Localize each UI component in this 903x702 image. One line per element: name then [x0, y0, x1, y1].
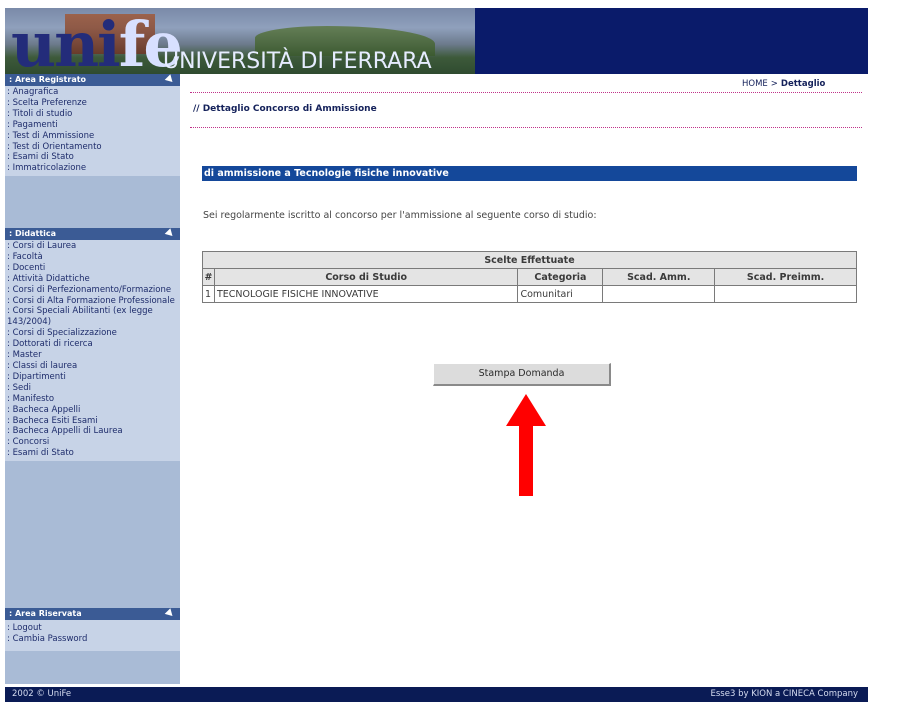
cell-scad-amm — [602, 285, 716, 303]
column-header-number: # — [202, 268, 215, 286]
university-name: UNIVERSITÀ DI FERRARA — [163, 49, 432, 74]
sidebar-list: : Corsi di Laurea : Facoltà : Docenti : … — [5, 240, 180, 462]
sidebar-item-esami-di-stato-2[interactable]: : Esami di Stato — [5, 448, 180, 459]
table-caption: Scelte Effettuate — [202, 251, 857, 269]
stampa-domanda-button[interactable]: Stampa Domanda — [433, 363, 611, 386]
sidebar-section-didattica: : Didattica : Corsi di Laurea : Facoltà … — [5, 228, 180, 462]
sidebar-list: : Anagrafica : Scelta Preferenze : Titol… — [5, 86, 180, 177]
column-header-categoria: Categoria — [517, 268, 604, 286]
footer: 2002 © UniFe Esse3 by KION a CINECA Comp… — [5, 687, 868, 702]
sidebar-section-area-riservata: : Area Riservata : Logout : Cambia Passw… — [5, 608, 180, 651]
breadcrumb-home-link[interactable]: HOME — [742, 79, 768, 89]
table-header-row: # Corso di Studio Categoria Scad. Amm. S… — [202, 268, 857, 286]
sidebar-item-titoli-di-studio[interactable]: : Titoli di studio — [5, 109, 180, 120]
cell-scad-preimm — [714, 285, 857, 303]
sidebar: : Area Registrato : Anagrafica : Scelta … — [5, 74, 180, 684]
sidebar-item-cambia-password[interactable]: : Cambia Password — [5, 634, 180, 645]
sidebar-item-master[interactable]: : Master — [5, 350, 180, 361]
sidebar-list: : Logout : Cambia Password — [5, 620, 180, 651]
sidebar-item-corsi-di-specializzazione[interactable]: : Corsi di Specializzazione — [5, 328, 180, 339]
cell-categoria: Comunitari — [517, 285, 604, 303]
sidebar-item-facolta[interactable]: : Facoltà — [5, 252, 180, 263]
sidebar-section-area-registrato: : Area Registrato : Anagrafica : Scelta … — [5, 74, 180, 177]
intro-text: Sei regolarmente iscritto al concorso pe… — [203, 210, 597, 221]
sidebar-item-bacheca-esiti-esami[interactable]: : Bacheca Esiti Esami — [5, 416, 180, 427]
breadcrumb-separator: > — [770, 79, 778, 89]
sidebar-item-test-di-orientamento[interactable]: : Test di Orientamento — [5, 142, 180, 153]
breadcrumb: HOME > Dettaglio — [742, 79, 825, 89]
column-header-scad-preimm: Scad. Preimm. — [714, 268, 857, 286]
divider — [190, 92, 862, 93]
sidebar-item-manifesto[interactable]: : Manifesto — [5, 394, 180, 405]
sidebar-item-corsi-speciali-abilitanti[interactable]: : Corsi Speciali Abilitanti (ex legge 14… — [5, 306, 180, 328]
cell-corso: TECNOLOGIE FISICHE INNOVATIVE — [213, 285, 519, 303]
divider — [190, 127, 862, 128]
sidebar-item-test-di-ammissione[interactable]: : Test di Ammissione — [5, 131, 180, 142]
sidebar-item-bacheca-appelli[interactable]: : Bacheca Appelli — [5, 405, 180, 416]
header-banner: unife UNIVERSITÀ DI FERRARA — [5, 8, 868, 74]
sidebar-heading: : Area Registrato — [5, 74, 180, 86]
sidebar-item-corsi-di-perfezionamento[interactable]: : Corsi di Perfezionamento/Formazione — [5, 285, 180, 296]
sidebar-heading: : Area Riservata — [5, 608, 180, 620]
sidebar-item-logout[interactable]: : Logout — [5, 623, 180, 634]
unife-logo[interactable]: unife — [11, 12, 183, 75]
sidebar-item-corsi-alta-formazione[interactable]: : Corsi di Alta Formazione Professionale — [5, 296, 180, 307]
column-header-scad-amm: Scad. Amm. — [602, 268, 716, 286]
sidebar-item-dipartimenti[interactable]: : Dipartimenti — [5, 372, 180, 383]
footer-copyright: 2002 © UniFe — [12, 689, 72, 699]
section-title-bar: di ammissione a Tecnologie fisiche innov… — [202, 166, 857, 181]
table-row: 1 TECNOLOGIE FISICHE INNOVATIVE Comunita… — [202, 285, 857, 303]
sidebar-item-anagrafica[interactable]: : Anagrafica — [5, 87, 180, 98]
sidebar-item-scelta-preferenze[interactable]: : Scelta Preferenze — [5, 98, 180, 109]
sidebar-heading: : Didattica — [5, 228, 180, 240]
sidebar-item-immatricolazione[interactable]: : Immatricolazione — [5, 163, 180, 174]
table-caption-row: Scelte Effettuate — [202, 251, 857, 269]
sidebar-item-sedi[interactable]: : Sedi — [5, 383, 180, 394]
page-title: // Dettaglio Concorso di Ammissione — [193, 104, 377, 114]
red-arrow-shape — [506, 394, 546, 496]
sidebar-item-corsi-di-laurea[interactable]: : Corsi di Laurea — [5, 241, 180, 252]
sidebar-item-attivita-didattiche[interactable]: : Attività Didattiche — [5, 274, 180, 285]
scelte-table: Scelte Effettuate # Corso di Studio Cate… — [202, 251, 857, 303]
sidebar-item-pagamenti[interactable]: : Pagamenti — [5, 120, 180, 131]
sidebar-item-concorsi[interactable]: : Concorsi — [5, 437, 180, 448]
footer-credit: Esse3 by KION a CINECA Company — [710, 689, 859, 699]
sidebar-item-dottorati-di-ricerca[interactable]: : Dottorati di ricerca — [5, 339, 180, 350]
red-arrow-annotation — [506, 394, 546, 496]
sidebar-item-classi-di-laurea[interactable]: : Classi di laurea — [5, 361, 180, 372]
cell-number: 1 — [202, 285, 215, 303]
sidebar-item-esami-di-stato[interactable]: : Esami di Stato — [5, 152, 180, 163]
breadcrumb-current: Dettaglio — [780, 79, 826, 89]
sidebar-item-bacheca-appelli-laurea[interactable]: : Bacheca Appelli di Laurea — [5, 426, 180, 437]
logo-text-uni: uni — [11, 8, 121, 75]
column-header-corso: Corso di Studio — [213, 268, 519, 286]
sidebar-item-docenti[interactable]: : Docenti — [5, 263, 180, 274]
